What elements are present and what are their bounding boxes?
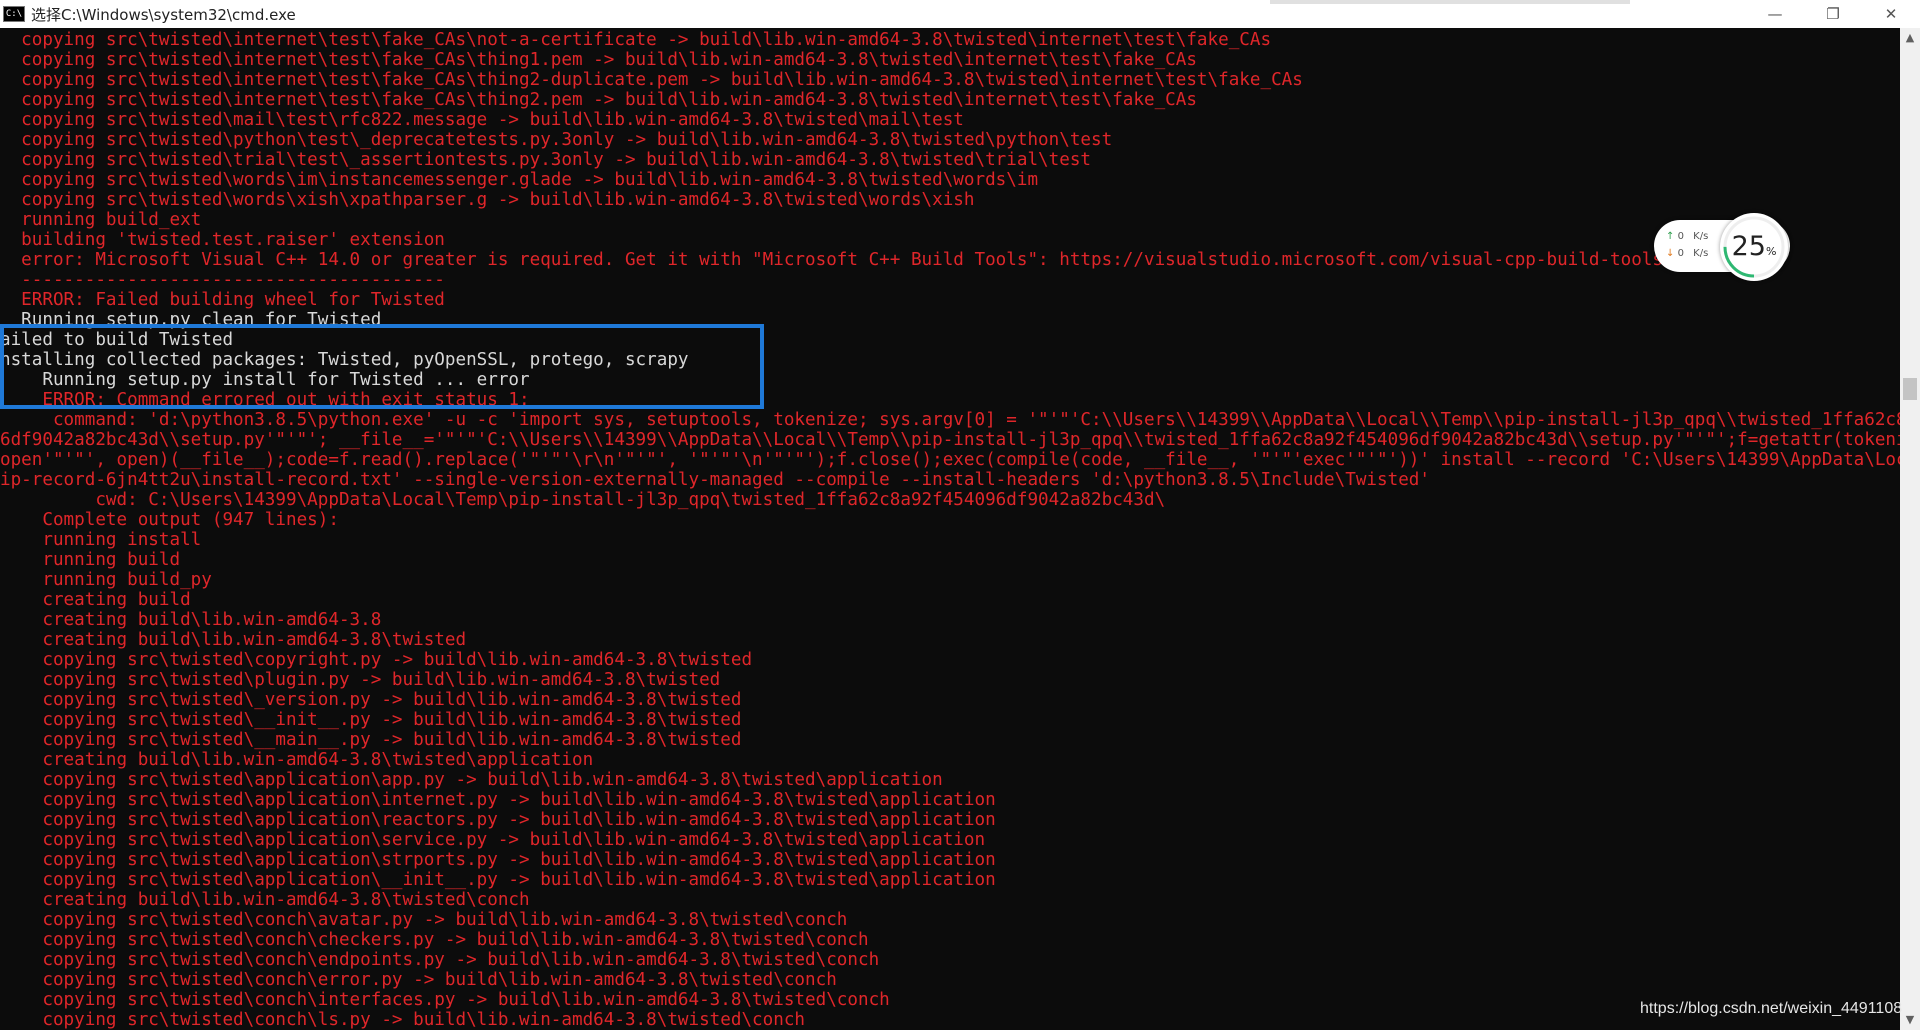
console-line: copying src\twisted\application\internet… — [0, 790, 996, 810]
console-line: creating build\lib.win-amd64-3.8 — [0, 610, 382, 630]
console-line: running build_py — [0, 570, 212, 590]
console-line: creating build\lib.win-amd64-3.8\twisted… — [0, 750, 594, 770]
cmd-icon: C:\ — [3, 6, 25, 22]
console-line: ---------------------------------------- — [0, 270, 445, 290]
download-unit: K/s — [1693, 248, 1709, 259]
console-line: copying src\twisted\__main__.py -> build… — [0, 730, 742, 750]
console-line: running build — [0, 550, 181, 570]
scrollbar-thumb[interactable] — [1903, 378, 1917, 400]
console-line: copying src\twisted\application\app.py -… — [0, 770, 943, 790]
console-line: ERROR: Command errored out with exit sta… — [0, 390, 530, 410]
console-line: 6df9042a82bc43d\\setup.py'"'"'; __file__… — [0, 430, 1900, 450]
console-line: copying src\twisted\mail\test\rfc822.mes… — [0, 110, 964, 130]
minimize-button[interactable]: — — [1746, 0, 1804, 28]
console-line: copying src\twisted\__init__.py -> build… — [0, 710, 742, 730]
console-line: copying src\twisted\internet\test\fake_C… — [0, 90, 1197, 110]
console-line: copying src\twisted\plugin.py -> build\l… — [0, 670, 721, 690]
download-arrow-icon: ↓ — [1666, 248, 1675, 259]
download-speed: ↓ 0 K/s — [1666, 248, 1708, 259]
console-line: cwd: C:\Users\14399\AppData\Local\Temp\p… — [0, 490, 1166, 510]
console-line: nstalling collected packages: Twisted, p… — [0, 350, 689, 370]
console-line: command: 'd:\python3.8.5\python.exe' -u … — [0, 410, 1900, 430]
scroll-up-arrow-icon[interactable]: ▲ — [1900, 28, 1920, 48]
console-line: ip-record-6jn4tt2u\install-record.txt' -… — [0, 470, 1430, 490]
upload-unit: K/s — [1693, 231, 1709, 242]
console-line: copying src\twisted\application\strports… — [0, 850, 996, 870]
console-line: copying src\twisted\conch\interfaces.py … — [0, 990, 890, 1010]
upload-speed: ↑ 0 K/s — [1666, 231, 1708, 242]
console-line: copying src\twisted\conch\error.py -> bu… — [0, 970, 837, 990]
console-line: copying src\twisted\internet\test\fake_C… — [0, 70, 1303, 90]
console-line: creating build\lib.win-amd64-3.8\twisted… — [0, 890, 530, 910]
console-line: copying src\twisted\trial\test\_assertio… — [0, 150, 1092, 170]
vertical-scrollbar[interactable]: ▲ ▼ — [1900, 28, 1920, 1030]
usage-value: 25 — [1731, 231, 1766, 262]
console-line: Complete output (947 lines): — [0, 510, 339, 530]
console-line: copying src\twisted\words\im\instancemes… — [0, 170, 1039, 190]
console-line: Running setup.py clean for Twisted — [0, 310, 382, 330]
console-line: running build_ext — [0, 210, 202, 230]
console-line: creating build — [0, 590, 191, 610]
scroll-down-arrow-icon[interactable]: ▼ — [1900, 1010, 1920, 1030]
console-line: copying src\twisted\conch\ls.py -> build… — [0, 1010, 806, 1030]
console-line: copying src\twisted\python\test\_depreca… — [0, 130, 1113, 150]
console-line: building 'twisted.test.raiser' extension — [0, 230, 445, 250]
console-line: creating build\lib.win-amd64-3.8\twisted — [0, 630, 467, 650]
usage-readout: 25% — [1720, 231, 1788, 262]
console-line: open'"'"', open)(__file__);code=f.read()… — [0, 450, 1900, 470]
console-line: copying src\twisted\conch\avatar.py -> b… — [0, 910, 848, 930]
console-line: copying src\twisted\conch\endpoints.py -… — [0, 950, 880, 970]
window-title: 选择C:\Windows\system32\cmd.exe — [31, 5, 296, 24]
console-line: ERROR: Failed building wheel for Twisted — [0, 290, 445, 310]
restore-button[interactable]: ❐ — [1804, 0, 1862, 28]
cpu-usage-gauge[interactable]: 25% — [1720, 213, 1788, 281]
console-line: copying src\twisted\application\__init__… — [0, 870, 996, 890]
console-line: copying src\twisted\internet\test\fake_C… — [0, 50, 1197, 70]
console-line: Running setup.py install for Twisted ...… — [0, 370, 530, 390]
console-line: copying src\twisted\_version.py -> build… — [0, 690, 742, 710]
title-bar[interactable]: C:\ 选择C:\Windows\system32\cmd.exe — ❐ ✕ — [0, 0, 1920, 28]
console-line: copying src\twisted\internet\test\fake_C… — [0, 30, 1272, 50]
console-line: running install — [0, 530, 202, 550]
download-value: 0 — [1677, 248, 1684, 259]
upload-arrow-icon: ↑ — [1666, 231, 1675, 242]
console-line: copying src\twisted\words\xish\xpathpars… — [0, 190, 975, 210]
console-line: copying src\twisted\copyright.py -> buil… — [0, 650, 753, 670]
upload-value: 0 — [1677, 231, 1684, 242]
watermark: https://blog.csdn.net/weixin_4491108 — [1640, 1000, 1903, 1017]
close-button[interactable]: ✕ — [1862, 0, 1920, 28]
console-line: error: Microsoft Visual C++ 14.0 or grea… — [0, 250, 1674, 270]
console-line: ailed to build Twisted — [0, 330, 234, 350]
console-line: copying src\twisted\conch\checkers.py ->… — [0, 930, 869, 950]
console-line: copying src\twisted\application\reactors… — [0, 810, 996, 830]
console-output[interactable]: copying src\twisted\internet\test\fake_C… — [0, 30, 1900, 1030]
usage-unit: % — [1765, 245, 1777, 258]
console-line: copying src\twisted\application\service.… — [0, 830, 986, 850]
title-shadow-strip — [1270, 0, 1630, 4]
